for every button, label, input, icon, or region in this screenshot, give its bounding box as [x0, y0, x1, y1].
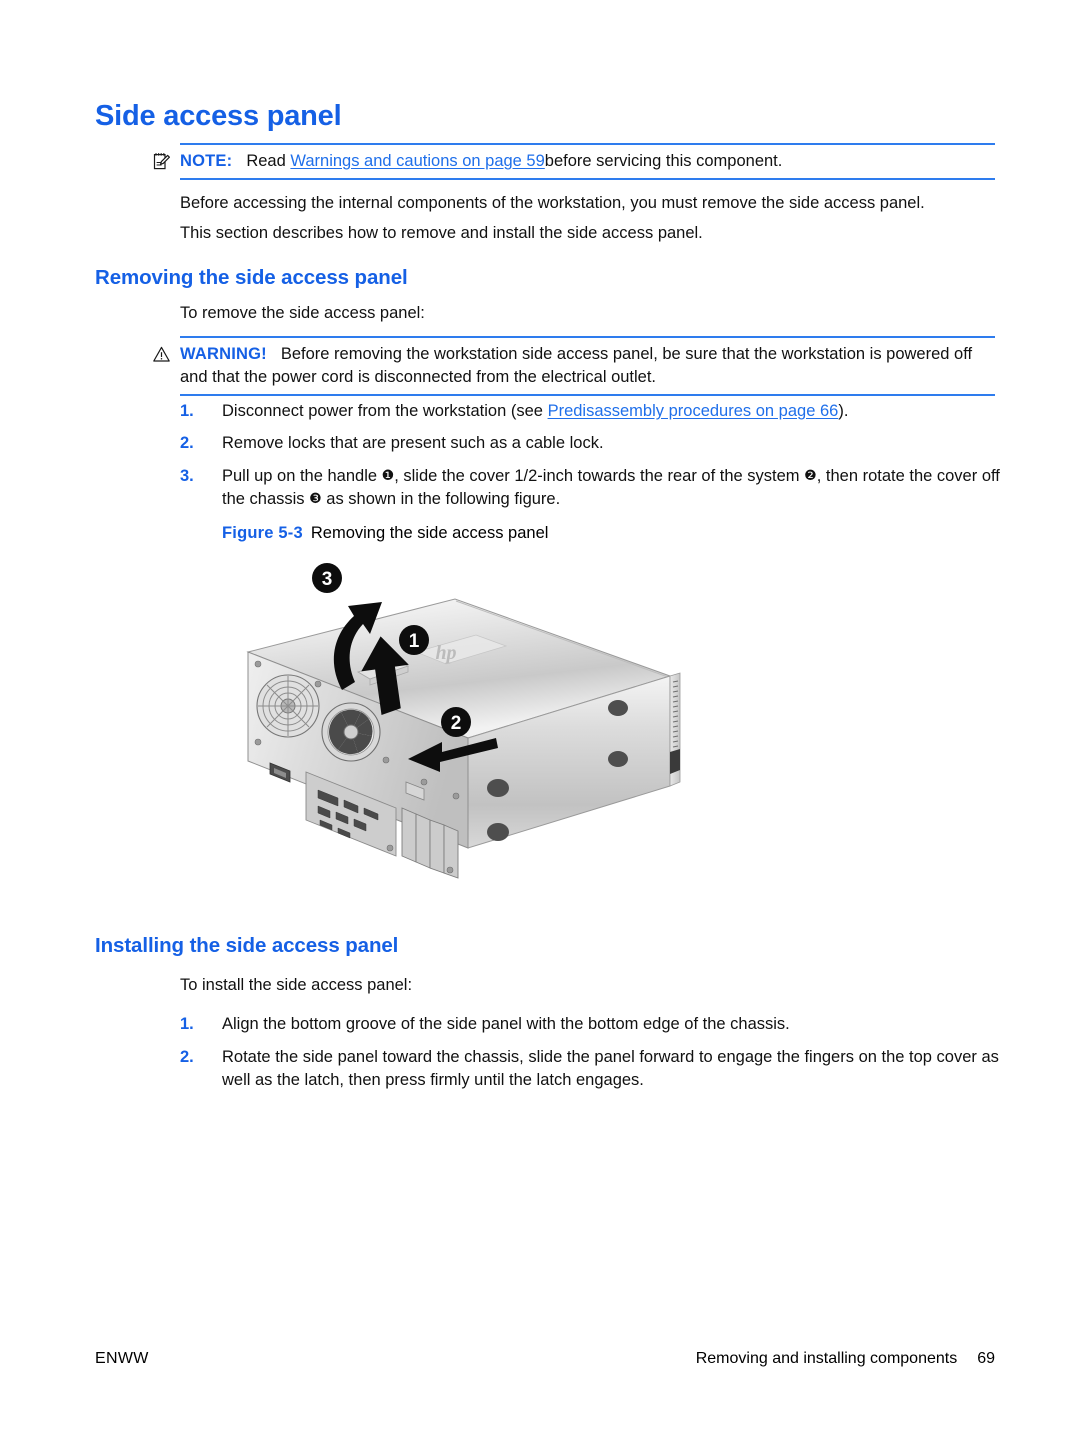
note-pad-pencil-icon [152, 152, 171, 171]
svg-text:1: 1 [409, 631, 420, 652]
warning-body-text: Before removing the workstation side acc… [180, 345, 973, 386]
step-number: 3. [180, 467, 194, 485]
step-text: Align the bottom groove of the side pane… [222, 1015, 790, 1033]
power-supply-fan-grille [256, 674, 320, 738]
removing-section-heading: Removing the side access panel [95, 266, 408, 289]
note-admonition: NOTE: Read Warnings and cautions on page … [153, 143, 995, 180]
step-text: Disconnect power from the workstation (s… [222, 400, 1000, 423]
removing-step-2: 2. Remove locks that are present such as… [180, 432, 1000, 455]
footer-right-label: Removing and installing components 69 [696, 1350, 995, 1368]
intro-paragraph-1: Before accessing the internal components… [180, 194, 925, 212]
installing-lead-text: To install the side access panel: [180, 976, 413, 994]
warnings-and-cautions-link[interactable]: Warnings and cautions on page 59 [290, 152, 544, 170]
installing-section-heading: Installing the side access panel [95, 934, 399, 957]
step-text-after: ). [838, 402, 849, 420]
warning-admonition: WARNING! Before removing the workstation … [153, 336, 995, 396]
workstation-illustration: hp 3 1 2 [210, 556, 710, 916]
step-number: 2. [180, 1048, 194, 1066]
figure-caption: Figure 5-3 Removing the side access panel [222, 524, 548, 543]
chassis-foot [487, 823, 509, 841]
system-fan [321, 702, 381, 762]
figure-callout-1: 1 [399, 625, 429, 655]
step3-segment-1: Pull up on the handle [222, 467, 378, 485]
step3-segment-4: as shown in the following figure. [326, 490, 561, 508]
warning-label: WARNING! [180, 345, 267, 363]
removing-step-1: 1. Disconnect power from the workstation… [180, 400, 1000, 423]
figure-callout-2: 2 [441, 707, 471, 737]
warning-triangle-icon [152, 345, 171, 364]
svg-text:2: 2 [451, 713, 462, 734]
step-text-before: Disconnect power from the workstation (s… [222, 402, 543, 420]
step-text: Rotate the side panel toward the chassis… [222, 1048, 999, 1089]
figure-caption-text: Removing the side access panel [310, 524, 549, 542]
step3-segment-2: , slide the cover 1/2-inch towards the r… [394, 467, 800, 485]
note-text: NOTE: Read Warnings and cautions on page … [180, 145, 995, 178]
inline-callout-1-icon: ❶ [381, 468, 395, 484]
warning-text: WARNING! Before removing the workstation … [180, 338, 995, 394]
step-number: 2. [180, 434, 194, 452]
step-number: 1. [180, 402, 194, 420]
intro-paragraph-2: This section describes how to remove and… [180, 224, 703, 242]
inline-callout-2-icon: ❷ [804, 468, 817, 484]
note-text-after: before servicing this component. [544, 152, 783, 170]
chassis-foot [608, 751, 628, 767]
footer-left-label: ENWW [95, 1350, 149, 1367]
chassis-foot [487, 779, 509, 797]
svg-text:hp: hp [435, 642, 456, 664]
removing-lead-text: To remove the side access panel: [180, 304, 425, 322]
predisassembly-procedures-link[interactable]: Predisassembly procedures on page 66 [548, 402, 839, 420]
note-label: NOTE: [180, 152, 233, 170]
page-title: Side access panel [95, 100, 342, 132]
figure-callout-3: 3 [312, 563, 342, 593]
installing-step-2: 2. Rotate the side panel toward the chas… [180, 1046, 1000, 1092]
step-number: 1. [180, 1015, 194, 1033]
figure-label: Figure 5-3 [222, 524, 303, 542]
step-text: Pull up on the handle ❶, slide the cover… [222, 465, 1000, 511]
note-bottom-rule [180, 178, 995, 180]
step-text: Remove locks that are present such as a … [222, 434, 604, 452]
installing-step-1: 1. Align the bottom groove of the side p… [180, 1013, 1000, 1036]
footer-chapter-title: Removing and installing components [695, 1350, 958, 1367]
note-text-before: Read [246, 152, 286, 170]
chassis-foot [608, 700, 628, 716]
inline-callout-3-icon: ❸ [309, 491, 322, 507]
footer-page-number: 69 [977, 1350, 995, 1367]
svg-text:3: 3 [322, 569, 333, 590]
warning-bottom-rule [180, 394, 995, 396]
document-page: Side access panel NOTE: Read Warnings and… [0, 0, 1080, 1437]
removing-step-3: 3. Pull up on the handle ❶, slide the co… [180, 465, 1000, 511]
